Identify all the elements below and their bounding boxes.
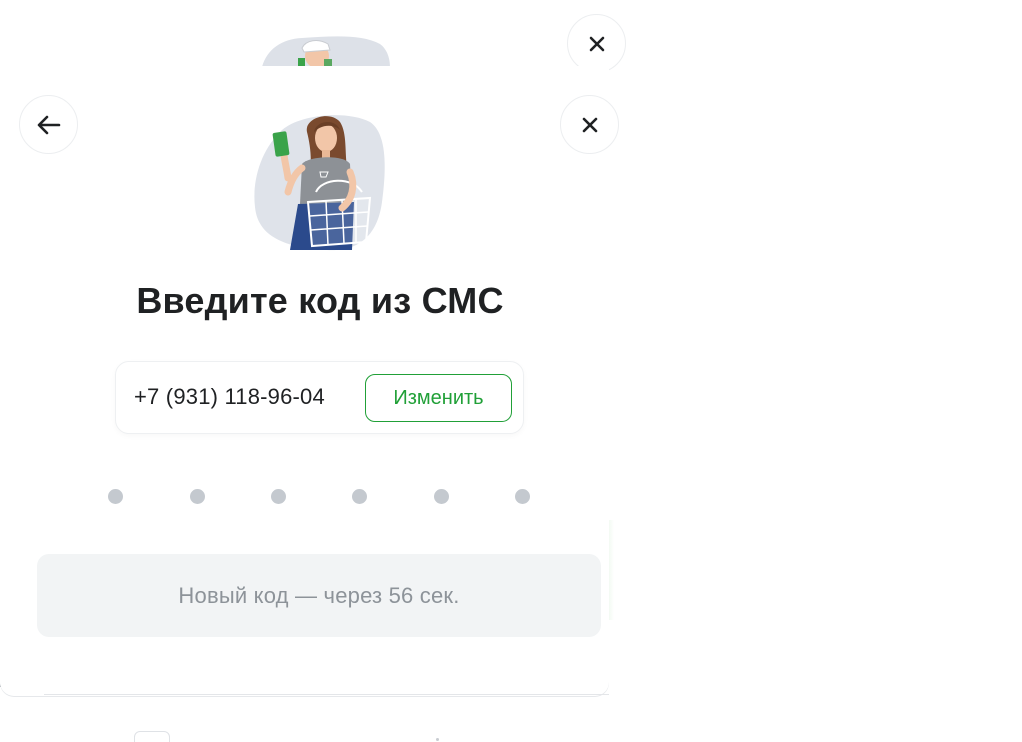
- background-mark: [436, 738, 439, 741]
- resend-timer: Новый код — через 56 сек.: [37, 554, 601, 637]
- shopper-illustration: [252, 112, 388, 252]
- background-close-button[interactable]: [567, 14, 626, 73]
- change-phone-button[interactable]: Изменить: [365, 374, 512, 422]
- close-icon: [589, 36, 604, 51]
- page-title: Введите код из СМС: [136, 280, 504, 321]
- modal-divider: [44, 694, 609, 695]
- background-checkbox[interactable]: [134, 731, 170, 742]
- phone-box: +7 (931) 118-96-04 Изменить: [115, 361, 524, 434]
- background-illustration: [262, 34, 390, 67]
- close-icon: [582, 117, 597, 132]
- phone-number: +7 (931) 118-96-04: [134, 384, 325, 409]
- close-button[interactable]: [560, 95, 619, 154]
- arrow-left-icon: [37, 115, 60, 134]
- back-button[interactable]: [19, 95, 78, 154]
- resend-timer-text: Новый код — через 56 сек.: [178, 582, 460, 608]
